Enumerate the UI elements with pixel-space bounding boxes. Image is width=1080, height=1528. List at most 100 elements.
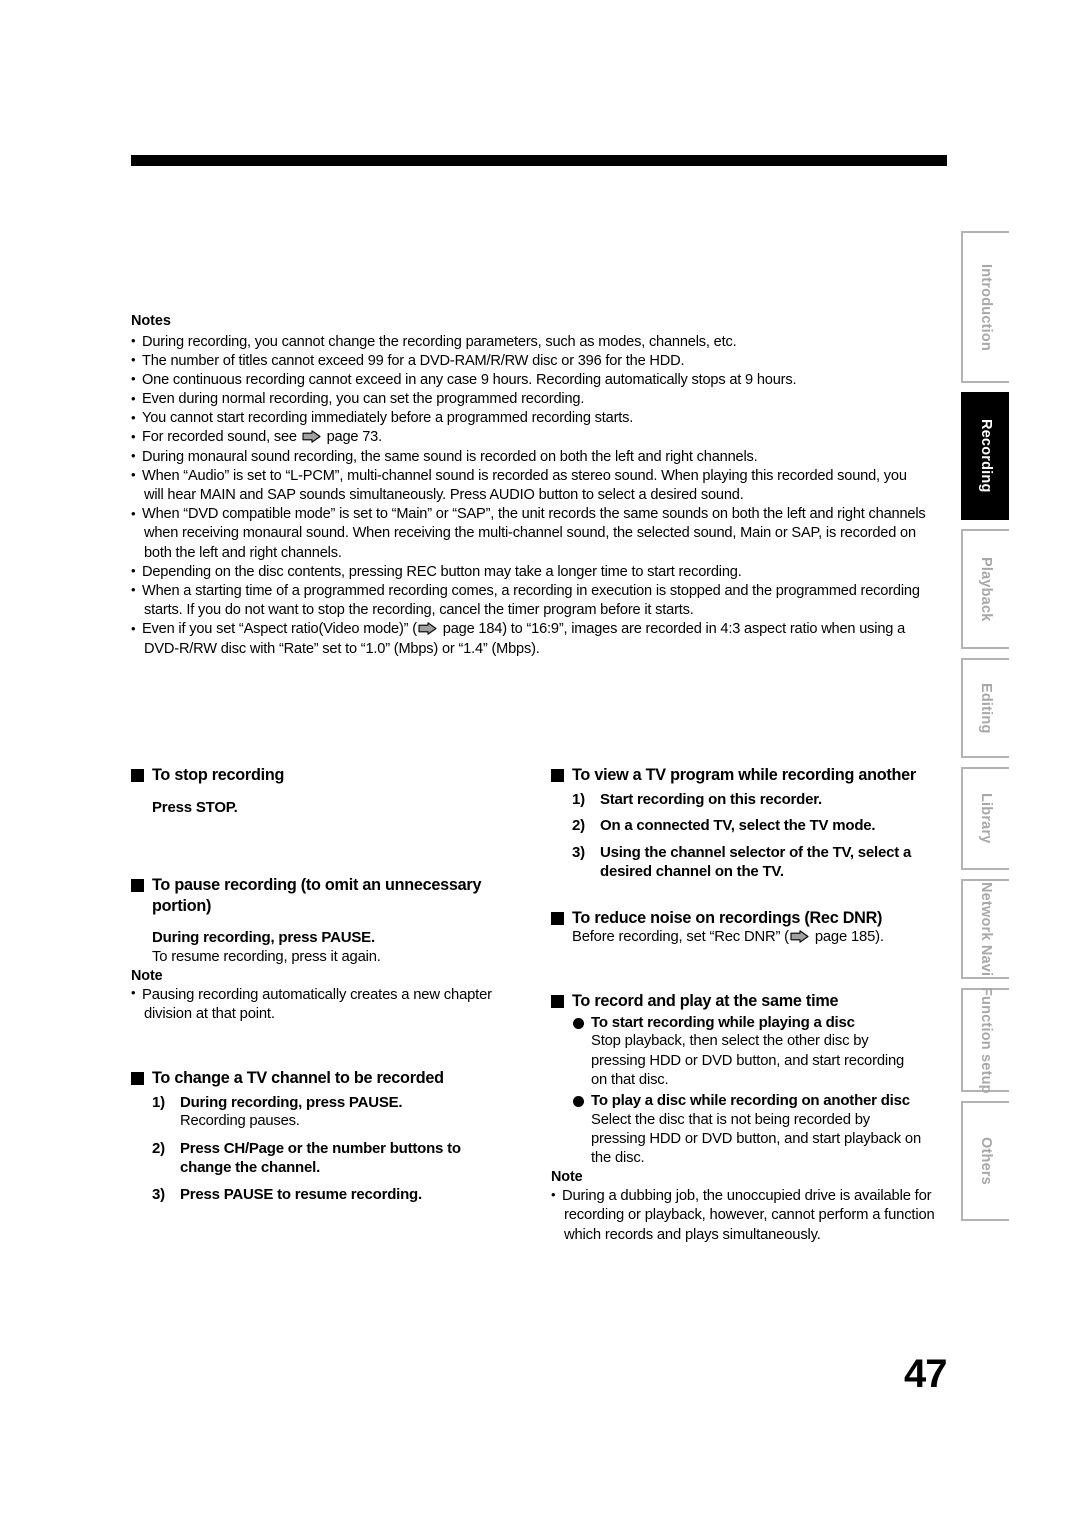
note-text-cont: DVD-R/RW disc with “Rate” set to “1.0” (…: [144, 640, 540, 657]
note-text-cont: starts. If you do not want to stop the r…: [144, 602, 694, 619]
note-item: You cannot start recording immediately b…: [131, 409, 951, 428]
note-text: page 184) to “16:9”, images are recorded…: [438, 621, 906, 638]
item-line: Select the disc that is not being record…: [591, 1111, 870, 1128]
tab-label: Recording: [978, 419, 994, 493]
step-text: Press CH/Page or the number buttons to: [180, 1139, 461, 1157]
note-text: For recorded sound, see: [142, 429, 301, 446]
left-column: To stop recording Press STOP. To pause r…: [131, 765, 523, 1204]
note-text: When “Audio” is set to “L-PCM”, multi-ch…: [142, 467, 907, 484]
item-title: To play a disc while recording on anothe…: [591, 1092, 910, 1110]
step-item: Using the channel selector of the TV, se…: [572, 843, 951, 882]
notes-list: During recording, you cannot change the …: [131, 332, 951, 659]
step-item: Start recording on this recorder.: [572, 790, 951, 810]
step-item: On a connected TV, select the TV mode.: [572, 816, 951, 836]
pause-recording-instruction: During recording, press PAUSE.: [152, 929, 375, 947]
step-text: During recording, press PAUSE.: [180, 1093, 403, 1111]
tab-label: Function setup: [978, 986, 994, 1094]
note-item: For recorded sound, see page 73.: [131, 428, 951, 447]
stop-recording-instruction: Press STOP.: [152, 798, 238, 816]
record-play-item: To play a disc while recording on anothe…: [572, 1091, 951, 1168]
tab-label: Editing: [978, 682, 994, 734]
page-number: 47: [904, 1352, 947, 1396]
tab-label: Others: [978, 1137, 994, 1185]
step-text: Start recording on this recorder.: [600, 790, 822, 808]
item-title: To start recording while playing a disc: [591, 1013, 855, 1031]
note-item: The number of titles cannot exceed 99 fo…: [131, 351, 951, 371]
section-heading-to-stop-recording: To stop recording: [131, 765, 523, 786]
notes-section: Notes During recording, you cannot chang…: [131, 312, 951, 659]
tab-label: Library: [978, 793, 994, 844]
tab-label: Network Navi: [978, 881, 994, 977]
note-item: One continuous recording cannot exceed i…: [131, 370, 951, 390]
step-text-cont: desired channel on the TV.: [600, 863, 784, 881]
item-line: the disc.: [591, 1150, 645, 1167]
page-reference-arrow-icon: [790, 930, 809, 943]
step-item: Press CH/Page or the number buttons to ch…: [152, 1139, 523, 1178]
note-text: Even during normal recording, you can se…: [142, 391, 585, 408]
note-text-cont: will hear MAIN and SAP sounds simultaneo…: [144, 487, 744, 504]
note-text: One continuous recording cannot exceed i…: [142, 371, 797, 388]
tab-library[interactable]: Library: [961, 767, 1009, 870]
note-text: page 73.: [322, 429, 383, 446]
note-text: During a dubbing job, the unoccupied dri…: [562, 1188, 932, 1205]
view-tv-program-steps: Start recording on this recorder. On a c…: [551, 790, 951, 882]
note-item: When “Audio” is set to “L-PCM”, multi-ch…: [131, 466, 951, 505]
step-subtext: Recording pauses.: [180, 1113, 300, 1130]
step-item: Press PAUSE to resume recording.: [152, 1185, 523, 1205]
tab-function-setup[interactable]: Function setup: [961, 986, 1009, 1094]
note-text-cont: which records and plays simultaneously.: [564, 1226, 821, 1243]
note-text: During recording, you cannot change the …: [142, 333, 737, 350]
note-item: Even if you set “Aspect ratio(Video mode…: [131, 620, 951, 658]
header-rule: [131, 155, 947, 166]
manual-page: Notes During recording, you cannot chang…: [0, 0, 1080, 1528]
note-item: Even during normal recording, you can se…: [131, 390, 951, 409]
note-text: You cannot start recording immediately b…: [142, 410, 634, 427]
note-text: The number of titles cannot exceed 99 fo…: [142, 352, 685, 369]
tab-editing[interactable]: Editing: [961, 658, 1009, 758]
page-reference-arrow-icon: [302, 430, 321, 444]
note-text: During monaural sound recording, the sam…: [142, 448, 758, 465]
note-text: When a starting time of a programmed rec…: [142, 582, 920, 599]
tab-label: Playback: [978, 556, 994, 622]
item-line: Stop playback, then select the other dis…: [591, 1033, 869, 1050]
item-line: on that disc.: [591, 1071, 669, 1088]
item-line: pressing HDD or DVD button, and start re…: [591, 1052, 905, 1069]
item-line: pressing HDD or DVD button, and start pl…: [591, 1130, 922, 1147]
tab-introduction[interactable]: Introduction: [961, 231, 1009, 383]
note-item: Pausing recording automatically creates …: [131, 985, 523, 1025]
note-text: Pausing recording automatically creates …: [142, 986, 492, 1003]
note-heading: Note: [551, 1169, 583, 1186]
step-text: On a connected TV, select the TV mode.: [600, 817, 876, 835]
tab-playback[interactable]: Playback: [961, 529, 1009, 649]
note-text: Even if you set “Aspect ratio(Video mode…: [142, 621, 417, 638]
note-item: During monaural sound recording, the sam…: [131, 447, 951, 467]
record-play-item: To start recording while playing a disc …: [572, 1013, 951, 1090]
section-heading-to-pause-recording: To pause recording (to omit an unnecessa…: [131, 875, 523, 916]
pause-recording-note-list: Pausing recording automatically creates …: [131, 985, 523, 1025]
section-heading-to-record-and-play: To record and play at the same time: [551, 991, 951, 1012]
pause-recording-body: To resume recording, press it again.: [152, 948, 381, 965]
tab-network-navi[interactable]: Network Navi: [961, 879, 1009, 979]
note-text-cont: recording or playback, however, cannot p…: [564, 1207, 935, 1224]
rec-dnr-text-cont: page 185).: [810, 929, 884, 946]
note-item: During a dubbing job, the unoccupied dri…: [551, 1187, 951, 1245]
note-text-cont: division at that point.: [144, 1005, 275, 1022]
note-item: When “DVD compatible mode” is set to “Ma…: [131, 505, 951, 563]
change-channel-steps: During recording, press PAUSE. Recording …: [131, 1093, 523, 1204]
note-item: When a starting time of a programmed rec…: [131, 581, 951, 620]
tab-others[interactable]: Others: [961, 1101, 1009, 1221]
record-and-play-note-list: During a dubbing job, the unoccupied dri…: [551, 1187, 951, 1245]
notes-heading: Notes: [131, 313, 171, 329]
step-item: During recording, press PAUSE. Recording …: [152, 1093, 523, 1132]
note-text: Depending on the disc contents, pressing…: [142, 563, 742, 580]
note-item: Depending on the disc contents, pressing…: [131, 562, 951, 582]
step-text-cont: change the channel.: [180, 1159, 321, 1177]
note-heading: Note: [131, 967, 163, 984]
note-text-cont: both the left and right channels.: [144, 544, 342, 561]
tab-recording[interactable]: Recording: [961, 392, 1009, 520]
two-column-section: To stop recording Press STOP. To pause r…: [131, 765, 951, 1285]
right-column: To view a TV program while recording ano…: [551, 765, 951, 1245]
chapter-tabs-sidebar: Introduction Recording Playback Editing …: [961, 231, 1009, 1230]
section-heading-to-change-tv-channel: To change a TV channel to be recorded: [131, 1068, 523, 1089]
page-reference-arrow-icon: [418, 622, 437, 636]
